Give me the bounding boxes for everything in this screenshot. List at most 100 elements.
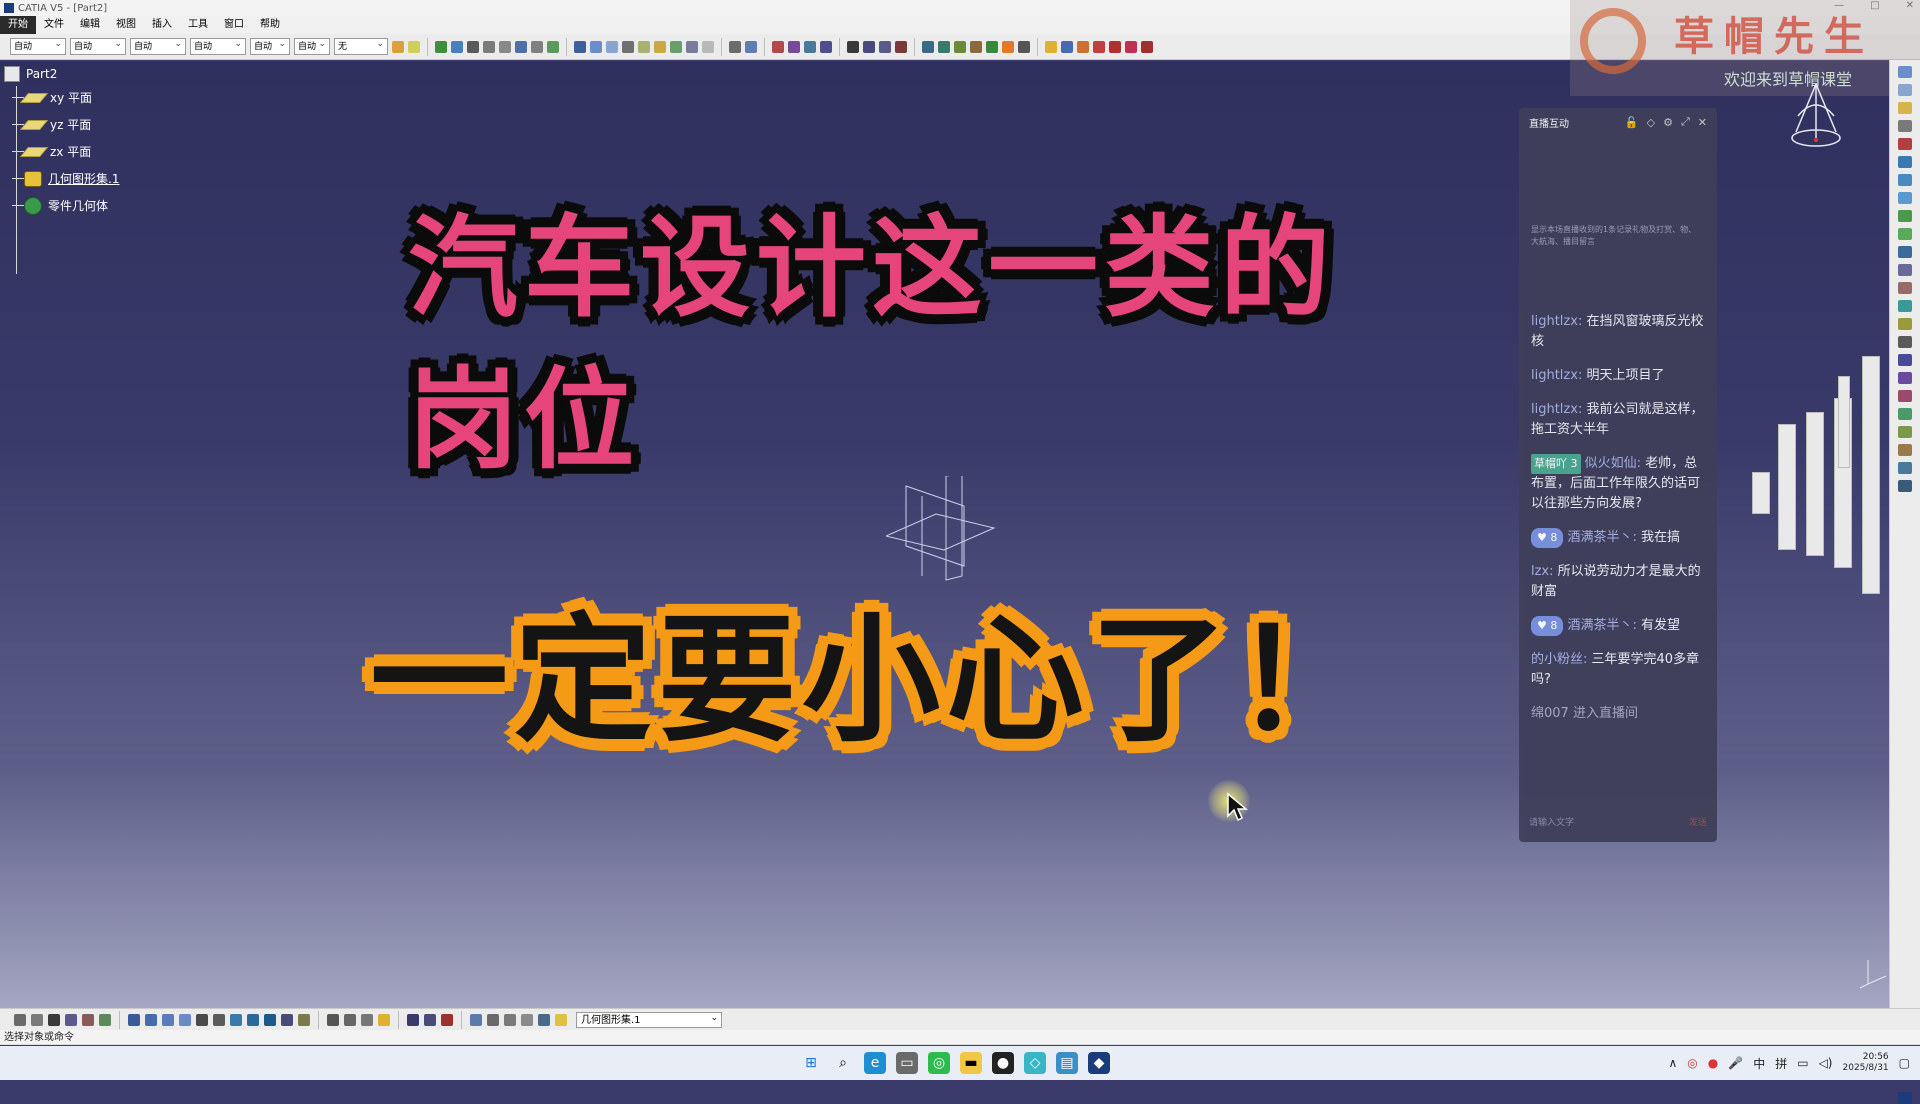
symmetry-icon[interactable] xyxy=(1898,390,1912,402)
linetype-select[interactable]: 自动 xyxy=(130,36,186,55)
spline-icon[interactable] xyxy=(863,40,875,53)
menu-view[interactable]: 视图 xyxy=(108,16,144,34)
translate-tool-icon[interactable] xyxy=(1898,354,1912,366)
menu-edit[interactable]: 编辑 xyxy=(72,16,108,34)
chamfer-icon[interactable] xyxy=(745,40,757,53)
join-icon[interactable] xyxy=(1898,246,1912,258)
network-icon[interactable]: ▭ xyxy=(1797,1056,1808,1070)
menu-start[interactable]: 开始 xyxy=(0,16,36,34)
obs-icon[interactable]: ● xyxy=(992,1052,1014,1074)
point-select[interactable]: 自动 xyxy=(250,36,290,55)
windows-start-icon[interactable]: ⊞ xyxy=(800,1052,822,1074)
hide-show-icon[interactable] xyxy=(1125,40,1137,53)
translate-icon[interactable] xyxy=(820,40,832,53)
rib-icon[interactable] xyxy=(670,40,682,53)
sweep-icon[interactable] xyxy=(938,40,950,53)
wechat-icon[interactable]: ◎ xyxy=(928,1052,950,1074)
check-icon[interactable] xyxy=(99,1013,111,1026)
chat-user[interactable]: 酒满茶半丶: xyxy=(1568,618,1637,633)
folder-icon[interactable]: ▬ xyxy=(960,1052,982,1074)
pad-icon[interactable] xyxy=(590,40,602,53)
scale-tool-icon[interactable] xyxy=(1898,408,1912,420)
curve-icon[interactable] xyxy=(879,40,891,53)
shading-icon[interactable] xyxy=(264,1013,276,1026)
geometrical-set-select[interactable]: 几何图形集.1 xyxy=(576,1010,722,1028)
chat-user[interactable]: lzx: xyxy=(1531,564,1554,579)
pattern-icon[interactable] xyxy=(772,40,784,53)
ime-language[interactable]: 中 xyxy=(1753,1055,1765,1072)
hole-icon[interactable] xyxy=(654,40,666,53)
chat-user[interactable]: lightlzx: xyxy=(1531,314,1582,329)
loft-icon[interactable] xyxy=(702,40,714,53)
select-arrow-icon[interactable] xyxy=(1045,40,1057,53)
tray-app-icon[interactable]: ◎ xyxy=(1687,1056,1697,1070)
close-icon[interactable]: ✕ xyxy=(1698,116,1707,129)
dimension-icon[interactable] xyxy=(531,40,543,53)
constraint-icon[interactable] xyxy=(515,40,527,53)
chat-user[interactable]: lightlzx: xyxy=(1531,368,1582,383)
fit-icon[interactable] xyxy=(145,1013,157,1026)
scale-icon[interactable] xyxy=(804,40,816,53)
tree-item-geometrical-set[interactable]: 几何图形集.1 xyxy=(4,165,119,192)
fillet-tool-icon[interactable] xyxy=(1898,336,1912,348)
color-select[interactable]: 自动 xyxy=(10,36,66,55)
boundary-icon[interactable] xyxy=(1898,300,1912,312)
shaft-icon[interactable] xyxy=(622,40,634,53)
menu-file[interactable]: 文件 xyxy=(36,16,72,34)
chat-user[interactable]: 酒满茶半丶: xyxy=(1568,530,1637,545)
revolve-icon[interactable] xyxy=(1898,174,1912,186)
tree-item-yz-plane[interactable]: yz 平面 xyxy=(4,111,119,138)
plane-tool-icon[interactable] xyxy=(1898,102,1912,114)
line-icon[interactable] xyxy=(847,40,859,53)
microphone-icon[interactable]: 🎤 xyxy=(1728,1056,1743,1070)
chat-user[interactable]: 的小粉丝: xyxy=(1531,652,1587,667)
file-explorer-icon[interactable]: ▭ xyxy=(896,1052,918,1074)
style-select[interactable]: 无 xyxy=(334,36,388,55)
hide-icon[interactable] xyxy=(281,1013,293,1026)
fx-icon[interactable] xyxy=(14,1013,26,1026)
notification-icon[interactable]: ▢ xyxy=(1899,1056,1910,1070)
slot-icon[interactable] xyxy=(686,40,698,53)
sketch-icon[interactable] xyxy=(1898,66,1912,78)
swap-icon[interactable] xyxy=(298,1013,310,1026)
extract-icon[interactable] xyxy=(1898,318,1912,330)
pocket-icon[interactable] xyxy=(606,40,618,53)
remote-desktop-icon[interactable]: ▤ xyxy=(1056,1052,1078,1074)
law-icon[interactable] xyxy=(1898,462,1912,474)
zoom-out-icon[interactable] xyxy=(1093,40,1105,53)
mirror-icon[interactable] xyxy=(788,40,800,53)
collapse-icon[interactable]: ⤢ xyxy=(1681,115,1690,129)
lock-icon[interactable]: 🔓 xyxy=(1625,116,1639,129)
tree-item-zx-plane[interactable]: zx 平面 xyxy=(4,138,119,165)
swap-visible-icon[interactable] xyxy=(1141,40,1153,53)
axis-system-icon[interactable] xyxy=(487,1013,499,1026)
fit-all-icon[interactable] xyxy=(1061,40,1073,53)
geoset-icon[interactable] xyxy=(555,1013,567,1026)
table-icon[interactable] xyxy=(65,1013,77,1026)
blend-icon[interactable] xyxy=(1898,228,1912,240)
menu-help[interactable]: 帮助 xyxy=(252,16,288,34)
send-button[interactable]: 发送 xyxy=(1689,815,1707,828)
surface-icon[interactable] xyxy=(922,40,934,53)
edge-browser-icon[interactable]: e xyxy=(864,1052,886,1074)
measure-item-icon[interactable] xyxy=(424,1013,436,1026)
chat-user[interactable]: 似火如仙: xyxy=(1585,456,1641,471)
cut-part-icon[interactable] xyxy=(538,1013,550,1026)
ime-mode[interactable]: 拼 xyxy=(1775,1055,1787,1072)
orange-cube-icon[interactable] xyxy=(1002,40,1014,53)
pan-view-icon[interactable] xyxy=(162,1013,174,1026)
affinity-icon[interactable] xyxy=(1898,426,1912,438)
grid-icon[interactable] xyxy=(344,1013,356,1026)
zoom-in-view-icon[interactable] xyxy=(196,1013,208,1026)
layer-select[interactable]: 自动 xyxy=(294,36,330,55)
settings-icon[interactable]: ⚙ xyxy=(1663,116,1673,129)
brush-icon[interactable] xyxy=(408,40,420,53)
extrapolate-icon[interactable] xyxy=(1898,444,1912,456)
tree-item-xy-plane[interactable]: xy 平面 xyxy=(4,84,119,111)
lineweight-select[interactable]: 自动 xyxy=(190,36,246,55)
normal-view-icon[interactable] xyxy=(1109,40,1121,53)
paint-icon[interactable] xyxy=(392,40,404,53)
fill-icon[interactable] xyxy=(954,40,966,53)
update-icon[interactable] xyxy=(48,1013,60,1026)
light-icon[interactable] xyxy=(378,1013,390,1026)
